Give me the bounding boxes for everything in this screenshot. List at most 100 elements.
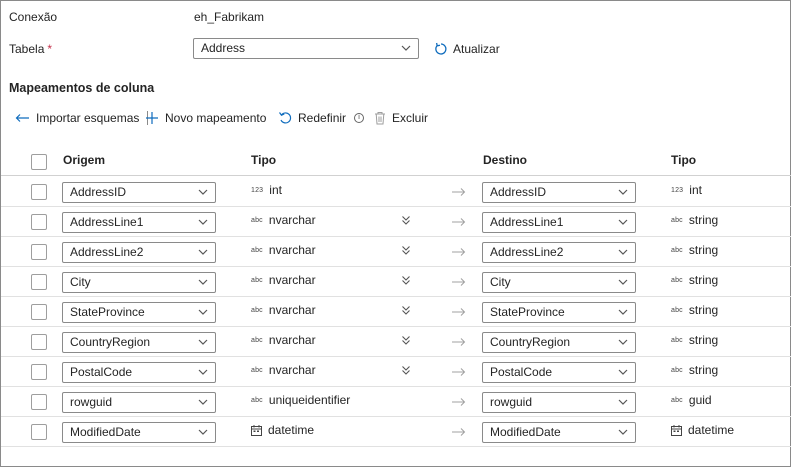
source-type: abc nvarchar	[251, 303, 316, 317]
destination-column-dropdown[interactable]: AddressID	[482, 182, 636, 203]
row-checkbox[interactable]	[31, 244, 47, 260]
row-checkbox[interactable]	[31, 304, 47, 320]
source-column-dropdown[interactable]: ModifiedDate	[62, 422, 216, 443]
double-chevron-down-icon[interactable]	[401, 305, 411, 316]
type-icon: abc	[671, 216, 683, 224]
row-checkbox[interactable]	[31, 214, 47, 230]
double-chevron-down-icon[interactable]	[401, 245, 411, 256]
mapping-panel: Conexão eh_Fabrikam Tabela * Address Atua…	[0, 0, 791, 467]
type-icon: abc	[671, 246, 683, 254]
plus-icon	[146, 112, 158, 124]
destination-column-dropdown[interactable]: AddressLine2	[482, 242, 636, 263]
destination-column-dropdown[interactable]: StateProvince	[482, 302, 636, 323]
source-type: abc nvarchar	[251, 333, 316, 347]
connection-label: Conexão	[9, 10, 58, 24]
source-type-label: nvarchar	[268, 363, 316, 377]
source-type: abc nvarchar	[251, 243, 316, 257]
source-column-value: City	[70, 275, 91, 289]
double-chevron-down-icon[interactable]	[401, 365, 411, 376]
source-type: datetime	[251, 423, 314, 437]
source-column-dropdown[interactable]: AddressLine2	[62, 242, 216, 263]
calendar-icon	[671, 424, 682, 436]
required-mark: *	[47, 42, 53, 56]
info-icon[interactable]: i	[354, 113, 365, 123]
source-column-dropdown[interactable]: AddressLine1	[62, 212, 216, 233]
source-column-value: CountryRegion	[70, 335, 151, 349]
destination-type-label: string	[688, 303, 719, 317]
destination-column-value: ModifiedDate	[490, 425, 561, 439]
row-checkbox[interactable]	[31, 274, 47, 290]
destination-column-value: AddressLine2	[490, 245, 564, 259]
header-source-type: Tipo	[251, 153, 277, 167]
mapping-row: PostalCode abc nvarchar PostalCode abc str…	[1, 357, 791, 387]
select-all-checkbox[interactable]	[31, 154, 47, 170]
reset-button[interactable]: Redefinir i	[278, 109, 365, 127]
row-checkbox[interactable]	[31, 394, 47, 410]
destination-column-value: StateProvince	[490, 305, 565, 319]
double-chevron-down-icon[interactable]	[401, 275, 411, 286]
import-schemas-button[interactable]: Importar esquemas	[15, 109, 139, 127]
source-column-dropdown[interactable]: rowguid	[62, 392, 216, 413]
chevron-down-icon	[618, 249, 628, 255]
destination-column-dropdown[interactable]: PostalCode	[482, 362, 636, 383]
chevron-down-icon	[618, 339, 628, 345]
source-type-label: int	[269, 183, 282, 197]
new-mapping-button[interactable]: Novo mapeamento	[145, 109, 266, 127]
type-icon: abc	[251, 396, 263, 404]
source-column-dropdown[interactable]: City	[62, 272, 216, 293]
destination-type: abc string	[671, 273, 718, 287]
refresh-button[interactable]: Atualizar	[434, 40, 500, 58]
type-icon: abc	[251, 216, 263, 224]
destination-type-label: string	[688, 273, 719, 287]
row-checkbox[interactable]	[31, 364, 47, 380]
destination-type: abc string	[671, 333, 718, 347]
table-dropdown-value: Address	[201, 41, 246, 55]
type-icon: abc	[251, 336, 263, 344]
row-checkbox[interactable]	[31, 424, 47, 440]
reset-label: Redefinir	[298, 111, 347, 125]
source-column-value: rowguid	[70, 395, 113, 409]
mapping-row: rowguid abc uniqueidentifier rowguid abc g…	[1, 387, 791, 417]
source-column-dropdown[interactable]: CountryRegion	[62, 332, 216, 353]
delete-button[interactable]: Excluir	[374, 109, 428, 127]
arrow-right-icon	[452, 398, 466, 406]
destination-column-dropdown[interactable]: rowguid	[482, 392, 636, 413]
table-dropdown[interactable]: Address	[193, 38, 419, 59]
type-icon: abc	[671, 396, 683, 404]
destination-column-dropdown[interactable]: ModifiedDate	[482, 422, 636, 443]
chevron-down-icon	[198, 189, 208, 195]
destination-column-dropdown[interactable]: City	[482, 272, 636, 293]
table-label: Tabela *	[9, 42, 53, 56]
row-checkbox[interactable]	[31, 334, 47, 350]
double-chevron-down-icon[interactable]	[401, 215, 411, 226]
source-type: abc nvarchar	[251, 273, 316, 287]
header-destination-type: Tipo	[671, 153, 697, 167]
source-column-dropdown[interactable]: PostalCode	[62, 362, 216, 383]
chevron-down-icon	[618, 189, 628, 195]
source-column-value: ModifiedDate	[70, 425, 141, 439]
source-type-label: nvarchar	[268, 303, 316, 317]
destination-column-value: rowguid	[490, 395, 533, 409]
chevron-down-icon	[198, 399, 208, 405]
refresh-icon	[435, 42, 447, 55]
chevron-down-icon	[618, 279, 628, 285]
source-type-label: uniqueidentifier	[268, 393, 351, 407]
destination-column-dropdown[interactable]: CountryRegion	[482, 332, 636, 353]
chevron-down-icon	[618, 219, 628, 225]
type-icon: abc	[251, 246, 263, 254]
destination-column-value: City	[490, 275, 511, 289]
source-column-dropdown[interactable]: StateProvince	[62, 302, 216, 323]
destination-column-dropdown[interactable]: AddressLine1	[482, 212, 636, 233]
chevron-down-icon	[618, 399, 628, 405]
double-chevron-down-icon[interactable]	[401, 335, 411, 346]
source-column-dropdown[interactable]: AddressID	[62, 182, 216, 203]
source-type-label: nvarchar	[268, 273, 316, 287]
row-checkbox[interactable]	[31, 184, 47, 200]
source-column-value: AddressLine1	[70, 215, 144, 229]
source-type-label: nvarchar	[268, 213, 316, 227]
arrow-right-icon	[452, 248, 466, 256]
chevron-down-icon	[618, 369, 628, 375]
destination-column-value: PostalCode	[490, 365, 553, 379]
destination-type: datetime	[671, 423, 734, 437]
destination-type-label: string	[688, 213, 719, 227]
